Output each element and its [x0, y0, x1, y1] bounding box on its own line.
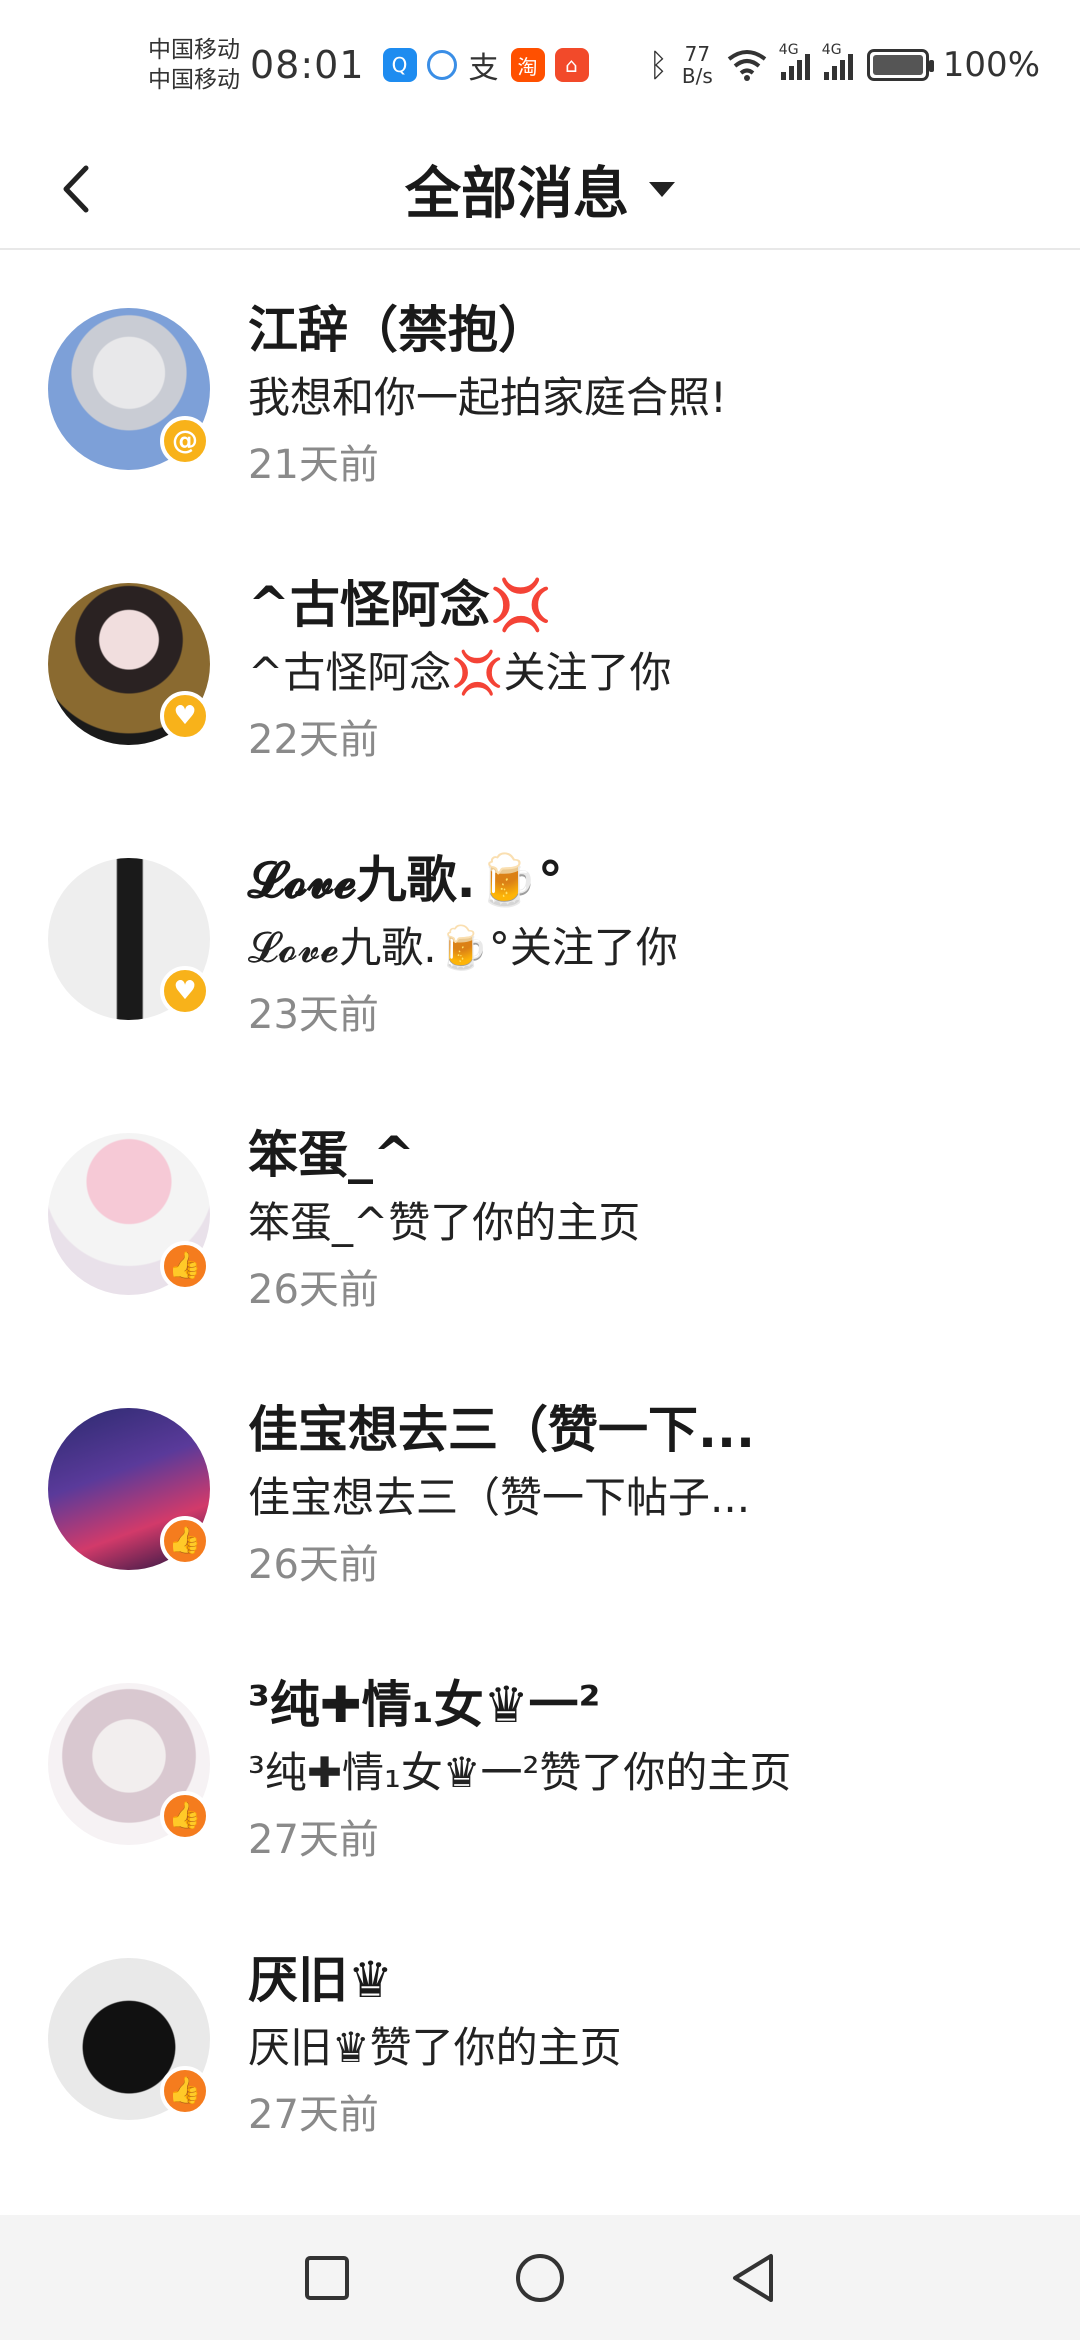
- list-item[interactable]: ♥ ^古怪阿念💢 ^古怪阿念💢关注了你 22天前: [0, 527, 1080, 802]
- list-item[interactable]: 👍 ³纯✚情₁女♛一² ³纯✚情₁女♛一²赞了你的主页 27天前: [0, 1627, 1080, 1902]
- thumbs-up-badge-icon: 👍: [160, 1241, 210, 1291]
- sender-name: ^古怪阿念💢: [248, 576, 553, 634]
- message-text: 佳宝想去三（赞一下帖子...: [248, 1473, 751, 1522]
- top-bar: 全部消息: [0, 130, 1080, 250]
- heart-badge-icon: ♥: [160, 966, 210, 1016]
- triangle-back-icon: [733, 2253, 774, 2302]
- message-list: @ 江辞（禁抱） 我想和你一起拍家庭合照! 21天前 ♥ ^古怪阿念💢 ^古怪阿…: [0, 252, 1080, 2177]
- home-app-icon: ⌂: [554, 48, 589, 82]
- message-text: 厌旧♛赞了你的主页: [248, 2023, 622, 2072]
- heart-badge-icon: ♥: [160, 691, 210, 741]
- caret-down-icon: [649, 181, 675, 197]
- message-time: 27天前: [248, 2092, 379, 2138]
- message-text: 我想和你一起拍家庭合照!: [248, 373, 727, 422]
- carrier-2: 中国移动: [148, 67, 240, 93]
- page-title: 全部消息: [405, 161, 629, 227]
- status-time: 08:01: [250, 43, 365, 87]
- carrier-info: 中国移动 中国移动: [148, 35, 240, 95]
- back-button[interactable]: [40, 154, 110, 224]
- square-icon: [304, 2255, 349, 2300]
- search-app-icon: Q: [382, 48, 417, 82]
- message-text: 𝓛𝓸𝓿𝓮九歌.🍺°关注了你: [248, 923, 678, 972]
- taobao-app-icon: 淘: [510, 48, 545, 82]
- mention-badge-icon: @: [160, 416, 210, 466]
- sender-name: 佳宝想去三（赞一下...: [248, 1401, 755, 1459]
- sender-name: 江辞（禁抱）: [248, 301, 548, 359]
- battery-icon: [866, 49, 934, 81]
- sender-name: 𝓛𝓸𝓿𝓮九歌.🍺°: [248, 851, 563, 909]
- recents-button[interactable]: [292, 2243, 362, 2313]
- home-button[interactable]: [505, 2243, 575, 2313]
- circle-icon: [515, 2253, 564, 2302]
- message-time: 22天前: [248, 717, 379, 763]
- chevron-left-icon: [63, 165, 89, 213]
- list-item[interactable]: 👍 佳宝想去三（赞一下... 佳宝想去三（赞一下帖子... 26天前: [0, 1352, 1080, 1627]
- sender-name: 笨蛋_^: [248, 1126, 415, 1184]
- message-text: ^古怪阿念💢关注了你: [248, 648, 672, 697]
- message-time: 23天前: [248, 992, 379, 1038]
- message-text: ³纯✚情₁女♛一²赞了你的主页: [248, 1748, 792, 1797]
- message-time: 21天前: [248, 442, 379, 488]
- carrier-1: 中国移动: [148, 37, 240, 63]
- status-bar: 中国移动 中国移动 08:01 Q 支 淘 ⌂ ᛒ 77 B/s 4G 4G 1…: [0, 0, 1080, 130]
- sender-name: 厌旧♛: [248, 1951, 393, 2009]
- battery-percent: 100%: [942, 45, 1040, 85]
- message-time: 26天前: [248, 1267, 379, 1313]
- alipay-app-icon: 支: [468, 51, 499, 86]
- system-nav-bar: [0, 2215, 1080, 2340]
- message-text: 笨蛋_^赞了你的主页: [248, 1198, 641, 1247]
- thumbs-up-badge-icon: 👍: [160, 1791, 210, 1841]
- wifi-icon: [727, 50, 767, 81]
- sender-name: ³纯✚情₁女♛一²: [248, 1676, 601, 1734]
- list-item[interactable]: @ 江辞（禁抱） 我想和你一起拍家庭合照! 21天前: [0, 252, 1080, 527]
- browser-app-icon: [426, 50, 457, 80]
- list-item[interactable]: 👍 笨蛋_^ 笨蛋_^赞了你的主页 26天前: [0, 1077, 1080, 1352]
- system-status: ᛒ 77 B/s 4G 4G 100%: [648, 42, 1040, 88]
- bluetooth-icon: ᛒ: [648, 46, 668, 84]
- notification-icons: Q 支 淘 ⌂: [382, 48, 589, 86]
- message-time: 26天前: [248, 1542, 379, 1588]
- title-dropdown[interactable]: 全部消息: [405, 149, 675, 230]
- message-time: 27天前: [248, 1817, 379, 1863]
- list-item[interactable]: ♥ 𝓛𝓸𝓿𝓮九歌.🍺° 𝓛𝓸𝓿𝓮九歌.🍺°关注了你 23天前: [0, 802, 1080, 1077]
- back-nav-button[interactable]: [718, 2243, 788, 2313]
- signal-icon-2: 4G: [822, 42, 853, 80]
- thumbs-up-badge-icon: 👍: [160, 1516, 210, 1566]
- network-speed: 77 B/s: [681, 42, 713, 88]
- list-item[interactable]: 👍 厌旧♛ 厌旧♛赞了你的主页 27天前: [0, 1902, 1080, 2177]
- thumbs-up-badge-icon: 👍: [160, 2066, 210, 2116]
- signal-icon-1: 4G: [779, 42, 810, 80]
